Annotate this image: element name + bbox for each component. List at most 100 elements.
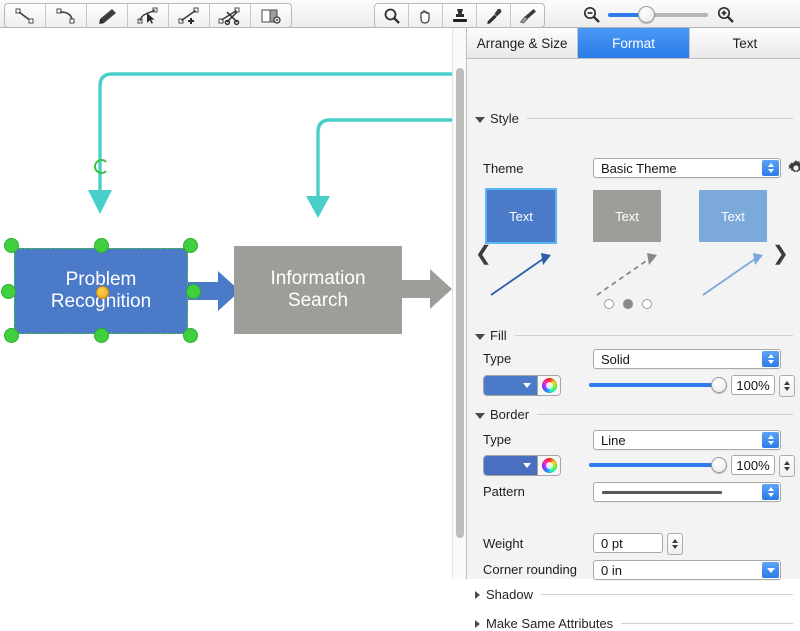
stamp-tool[interactable] <box>443 4 477 27</box>
style-arrow-preview-0[interactable] <box>487 249 555 299</box>
draw-tools-group <box>4 3 292 28</box>
border-weight-field[interactable]: 0 pt <box>593 533 663 553</box>
handle-bottom-right[interactable] <box>183 328 198 343</box>
border-section-label: Border <box>490 407 530 422</box>
tab-arrange-size[interactable]: Arrange & Size <box>467 28 579 58</box>
connector-midpoint-handle[interactable] <box>94 159 109 174</box>
border-corner-popup[interactable]: 0 in <box>593 560 781 580</box>
theme-settings-gear[interactable] <box>787 159 800 182</box>
fill-opacity-value[interactable]: 100% <box>731 375 775 395</box>
section-divider <box>540 594 793 595</box>
style-swatch-1[interactable]: Text <box>593 190 661 242</box>
zoom-tool[interactable] <box>375 4 409 27</box>
border-pattern-popup[interactable] <box>593 482 781 502</box>
disclosure-triangle-icon[interactable] <box>475 333 485 340</box>
disclosure-triangle-icon[interactable] <box>475 412 485 419</box>
style-arrow-preview-1[interactable] <box>593 249 661 299</box>
style-section-header[interactable]: Style <box>475 111 793 126</box>
canvas-area[interactable]: Information Search Problem Recognition <box>0 28 466 579</box>
gear-icon <box>788 160 800 173</box>
tab-format[interactable]: Format <box>578 28 690 58</box>
fill-type-popup[interactable]: Solid <box>593 349 781 369</box>
scrollbar-thumb[interactable] <box>456 68 464 538</box>
shadow-section-header[interactable]: Shadow <box>475 587 793 602</box>
rotation-handle[interactable] <box>96 286 109 299</box>
border-type-popup[interactable]: Line <box>593 430 781 450</box>
cut-path-tool[interactable] <box>210 4 251 27</box>
canvas-vertical-scrollbar[interactable] <box>452 28 466 579</box>
style-next-button[interactable]: ❯ <box>772 244 789 264</box>
style-pager[interactable] <box>604 299 652 309</box>
shape-label: Information Search <box>270 268 366 311</box>
slider-knob[interactable] <box>711 377 727 393</box>
theme-popup[interactable]: Basic Theme <box>593 158 781 178</box>
border-weight-stepper[interactable] <box>667 533 683 555</box>
section-divider <box>526 118 793 119</box>
pager-dot-0[interactable] <box>604 299 614 309</box>
pager-dot-1[interactable] <box>623 299 633 309</box>
fill-section-label: Fill <box>490 328 507 343</box>
fill-color-swatch[interactable] <box>484 376 537 395</box>
fill-color-well[interactable] <box>483 375 561 396</box>
color-wheel-icon <box>541 378 557 393</box>
border-type-value: Line <box>601 432 626 448</box>
style-section-label: Style <box>490 111 519 126</box>
border-opacity-stepper[interactable] <box>779 455 795 477</box>
handle-top-left[interactable] <box>4 238 19 253</box>
add-point-tool[interactable] <box>169 4 210 27</box>
handle-middle-left[interactable] <box>1 284 16 299</box>
chevron-updown-icon[interactable] <box>762 432 779 448</box>
make-same-attributes-section-header[interactable]: Make Same Attributes <box>475 616 793 631</box>
diagram-canvas[interactable]: Information Search Problem Recognition <box>0 28 452 579</box>
chevron-updown-icon[interactable] <box>762 484 779 500</box>
chevron-down-icon <box>523 383 531 388</box>
style-arrow-preview-2[interactable] <box>699 249 767 299</box>
pen-tool[interactable] <box>87 4 128 27</box>
curve-tool[interactable] <box>46 4 87 27</box>
gray-block-arrow[interactable] <box>400 266 452 312</box>
border-section-header[interactable]: Border <box>475 407 793 422</box>
handle-bottom-left[interactable] <box>4 328 19 343</box>
chevron-down-icon <box>523 463 531 468</box>
color-wheel-icon <box>541 458 557 473</box>
zoom-slider[interactable] <box>608 3 708 26</box>
chevron-updown-icon[interactable] <box>762 160 779 176</box>
mask-tool[interactable] <box>251 4 291 27</box>
chevron-updown-icon[interactable] <box>762 351 779 367</box>
chevron-down-icon[interactable] <box>762 562 779 578</box>
fill-type-value: Solid <box>601 351 630 367</box>
disclosure-triangle-icon[interactable] <box>475 590 480 599</box>
eyedropper-tool[interactable] <box>477 4 511 27</box>
handle-top-right[interactable] <box>183 238 198 253</box>
paintbrush-tool[interactable] <box>511 4 544 27</box>
border-corner-label: Corner rounding <box>483 562 577 577</box>
pan-tool[interactable] <box>409 4 443 27</box>
border-color-wheel-button[interactable] <box>537 456 560 475</box>
zoom-in-icon[interactable] <box>712 5 738 24</box>
handle-bottom-center[interactable] <box>94 328 109 343</box>
border-opacity-value[interactable]: 100% <box>731 455 775 475</box>
zoom-out-icon[interactable] <box>578 5 604 24</box>
fill-opacity-slider[interactable] <box>589 375 727 395</box>
fill-opacity-stepper[interactable] <box>779 375 795 397</box>
fill-color-wheel-button[interactable] <box>537 376 560 395</box>
section-divider <box>514 335 793 336</box>
style-swatch-0[interactable]: Text <box>487 190 555 242</box>
border-type-label: Type <box>483 432 512 447</box>
zoom-slider-knob[interactable] <box>638 6 655 23</box>
disclosure-triangle-icon[interactable] <box>475 619 480 628</box>
border-color-well[interactable] <box>483 455 561 476</box>
border-opacity-slider[interactable] <box>589 455 727 475</box>
tab-text[interactable]: Text <box>689 28 800 58</box>
pager-dot-2[interactable] <box>642 299 652 309</box>
border-color-swatch[interactable] <box>484 456 537 475</box>
slider-knob[interactable] <box>711 457 727 473</box>
handle-top-center[interactable] <box>94 238 109 253</box>
disclosure-triangle-icon[interactable] <box>475 116 485 123</box>
shape-information-search[interactable]: Information Search <box>234 246 402 334</box>
fill-section-header[interactable]: Fill <box>475 328 793 343</box>
edit-points-tool[interactable] <box>128 4 169 27</box>
handle-middle-right[interactable] <box>186 284 201 299</box>
style-swatch-2[interactable]: Text <box>699 190 767 242</box>
line-tool[interactable] <box>5 4 46 27</box>
